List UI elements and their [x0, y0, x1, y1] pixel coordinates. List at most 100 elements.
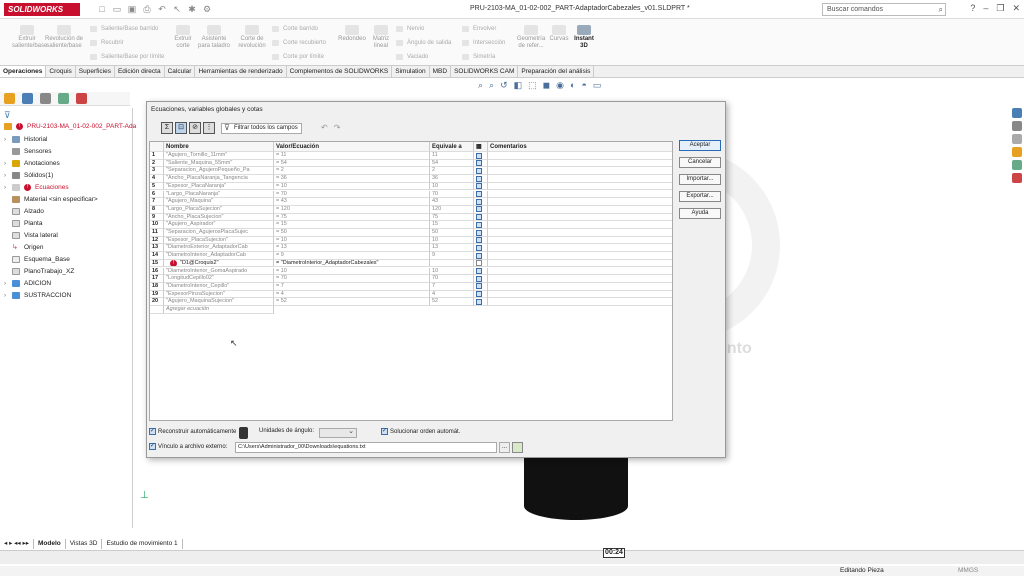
cell-evaluate[interactable]: [474, 167, 488, 176]
cell-nombre[interactable]: ! "D1@Croquis2": [164, 259, 274, 268]
open-icon[interactable]: ▭: [111, 3, 123, 15]
cell-nombre[interactable]: "Separacion_AgujerosPlacaSujec: [164, 229, 274, 237]
extrude-boss-button[interactable]: Extruir saliente/base: [12, 25, 47, 50]
cell-valor[interactable]: = 4: [274, 290, 430, 299]
table-row[interactable]: 18 "DiametroInterior_Cepillo" = 77: [150, 282, 672, 291]
cell-nombre[interactable]: "Agujero_Maquina": [164, 198, 274, 206]
auto-solve-checkbox[interactable]: ✓ Solucionar orden automát.: [381, 428, 460, 435]
cell-evaluate[interactable]: [474, 236, 488, 245]
cell-valor[interactable]: = 10: [274, 236, 430, 245]
cell-evaluate[interactable]: [474, 290, 488, 299]
feature-tree-icon[interactable]: [4, 93, 15, 104]
cell-nombre[interactable]: "EspesorPinzaSujecion": [164, 290, 274, 299]
col-valor[interactable]: Valor/Ecuación: [274, 142, 430, 152]
ordered-view-icon[interactable]: ⋮: [203, 122, 215, 134]
intersect-button[interactable]: Intersección: [462, 39, 505, 47]
mirror-button[interactable]: Simetría: [462, 53, 495, 61]
print-icon[interactable]: ⎙: [141, 3, 153, 15]
dimxpert-icon[interactable]: [58, 93, 69, 104]
evaluate-checkbox[interactable]: [476, 214, 482, 221]
configuration-manager-icon[interactable]: [40, 93, 51, 104]
cell-nombre[interactable]: "DiametroInterior_GomaAspirado: [164, 267, 274, 276]
tab-modelo[interactable]: Modelo: [34, 539, 66, 549]
linear-pattern-button[interactable]: Matriz lineal: [370, 25, 392, 50]
add-equation-cell[interactable]: Agregar ecuación: [164, 306, 274, 314]
tree-item-vista-lateral[interactable]: Vista lateral: [4, 232, 58, 239]
evaluate-checkbox[interactable]: [476, 298, 482, 305]
view-palette-icon[interactable]: [1012, 147, 1022, 157]
evaluate-checkbox[interactable]: [476, 167, 482, 174]
cell-evaluate[interactable]: [474, 159, 488, 168]
evaluate-checkbox[interactable]: [476, 260, 482, 267]
cell-comentarios[interactable]: [488, 260, 672, 268]
col-equivale[interactable]: Equivale a: [430, 142, 474, 152]
help-icon[interactable]: ?: [970, 3, 975, 14]
table-row[interactable]: 20 "Agujero_MaquinaSujecion" = 52 52: [150, 298, 672, 306]
tree-item-origen[interactable]: ↳ Origen: [4, 244, 44, 251]
table-row[interactable]: 13 "DiametroExterior_AdaptadorCab = 13 13: [150, 244, 672, 253]
hide-show-icon[interactable]: ◉: [556, 80, 564, 91]
table-row[interactable]: 19 "EspesorPinzaSujecion" = 44: [150, 290, 672, 299]
cell-evaluate[interactable]: [474, 221, 488, 229]
cell-evaluate[interactable]: [474, 190, 488, 199]
table-row[interactable]: 15! "D1@Croquis2" = "DiametroInterior_Adap…: [150, 259, 672, 268]
evaluate-checkbox[interactable]: [476, 252, 482, 259]
cell-valor[interactable]: = 10: [274, 267, 430, 276]
import-button[interactable]: Importar...: [679, 174, 721, 185]
evaluate-checkbox[interactable]: [476, 206, 482, 213]
cell-nombre[interactable]: "DiametroInterior_AdaptadorCab: [164, 252, 274, 260]
evaluate-checkbox[interactable]: [476, 191, 482, 197]
curves-button[interactable]: Curvas: [549, 25, 569, 43]
options-icon[interactable]: ⚙: [201, 3, 213, 15]
zoom-fit-icon[interactable]: ⌕: [478, 80, 483, 91]
boundary-boss-button[interactable]: Saliente/Base por límite: [90, 53, 164, 61]
fillet-button[interactable]: Redondeo: [336, 25, 368, 43]
cell-nombre[interactable]: "Separacion_AgujeroPequeño_Pa: [164, 167, 274, 176]
extrude-cut-button[interactable]: Extruir corte: [172, 25, 194, 50]
wrap-button[interactable]: Envolver: [462, 25, 496, 33]
expand-icon[interactable]: ›: [4, 173, 10, 179]
tree-item-anotaciones[interactable]: › Anotaciones: [4, 160, 60, 167]
tab-renderizado[interactable]: Herramientas de renderizado: [195, 66, 287, 77]
display-style-icon[interactable]: ◼: [543, 80, 550, 91]
custom-properties-icon[interactable]: [1012, 173, 1022, 183]
undo-icon[interactable]: ↶: [321, 123, 328, 132]
cell-nombre[interactable]: "Ancho_PlacaSujecion": [164, 213, 274, 222]
tab-complementos[interactable]: Complementos de SOLIDWORKS: [287, 66, 393, 77]
cell-evaluate[interactable]: [474, 298, 488, 306]
cell-valor[interactable]: = 2: [274, 167, 430, 176]
col-comentarios[interactable]: Comentarios: [488, 142, 672, 152]
cell-nombre[interactable]: "Espesor_PlacaNaranja": [164, 182, 274, 191]
solidworks-logo[interactable]: SOLIDWORKS: [4, 3, 80, 16]
cell-valor[interactable]: = 70: [274, 275, 430, 283]
lofted-cut-button[interactable]: Corte recubierto: [272, 39, 326, 47]
swept-boss-button[interactable]: Saliente/Base barrido: [90, 25, 158, 33]
tab-superficies[interactable]: Superficies: [76, 66, 115, 77]
tab-mbd[interactable]: MBD: [430, 66, 452, 77]
revolve-cut-button[interactable]: Corte de revolución: [236, 25, 268, 50]
tree-item-esquema-base[interactable]: Esquema_Base: [4, 256, 70, 263]
tree-item-solidos[interactable]: › Sólidos(1): [4, 172, 53, 179]
cell-evaluate[interactable]: [474, 152, 488, 160]
cell-nombre[interactable]: "LongitudCepillo02": [164, 275, 274, 283]
table-row[interactable]: 3 "Separacion_AgujeroPequeño_Pa = 22: [150, 167, 672, 176]
cell-nombre[interactable]: "Agujero_MaquinaSujecion": [164, 298, 274, 306]
tree-item-ecuaciones[interactable]: ›! Ecuaciones: [4, 184, 69, 191]
export-button[interactable]: Exportar...: [679, 191, 721, 202]
expand-icon[interactable]: ›: [4, 161, 10, 167]
evaluate-checkbox[interactable]: [476, 152, 482, 159]
cell-comentarios[interactable]: [488, 152, 672, 160]
open-file-icon[interactable]: [512, 442, 523, 453]
cell-comentarios[interactable]: [488, 244, 672, 253]
search-commands-input[interactable]: Buscar comandos ⌕: [822, 3, 946, 16]
accept-button[interactable]: Aceptar: [679, 140, 721, 151]
shell-button[interactable]: Vaciado: [396, 53, 428, 61]
evaluate-checkbox[interactable]: [476, 175, 482, 182]
evaluate-checkbox[interactable]: [476, 221, 482, 228]
cell-comentarios[interactable]: [488, 214, 672, 222]
cell-evaluate[interactable]: [474, 282, 488, 291]
tree-item-planta[interactable]: Planta: [4, 220, 42, 227]
cell-comentarios[interactable]: [488, 167, 672, 176]
help-button[interactable]: Ayuda: [679, 208, 721, 219]
table-row[interactable]: 8 "Largo_PlacaSujecion" = 120 120: [150, 205, 672, 214]
